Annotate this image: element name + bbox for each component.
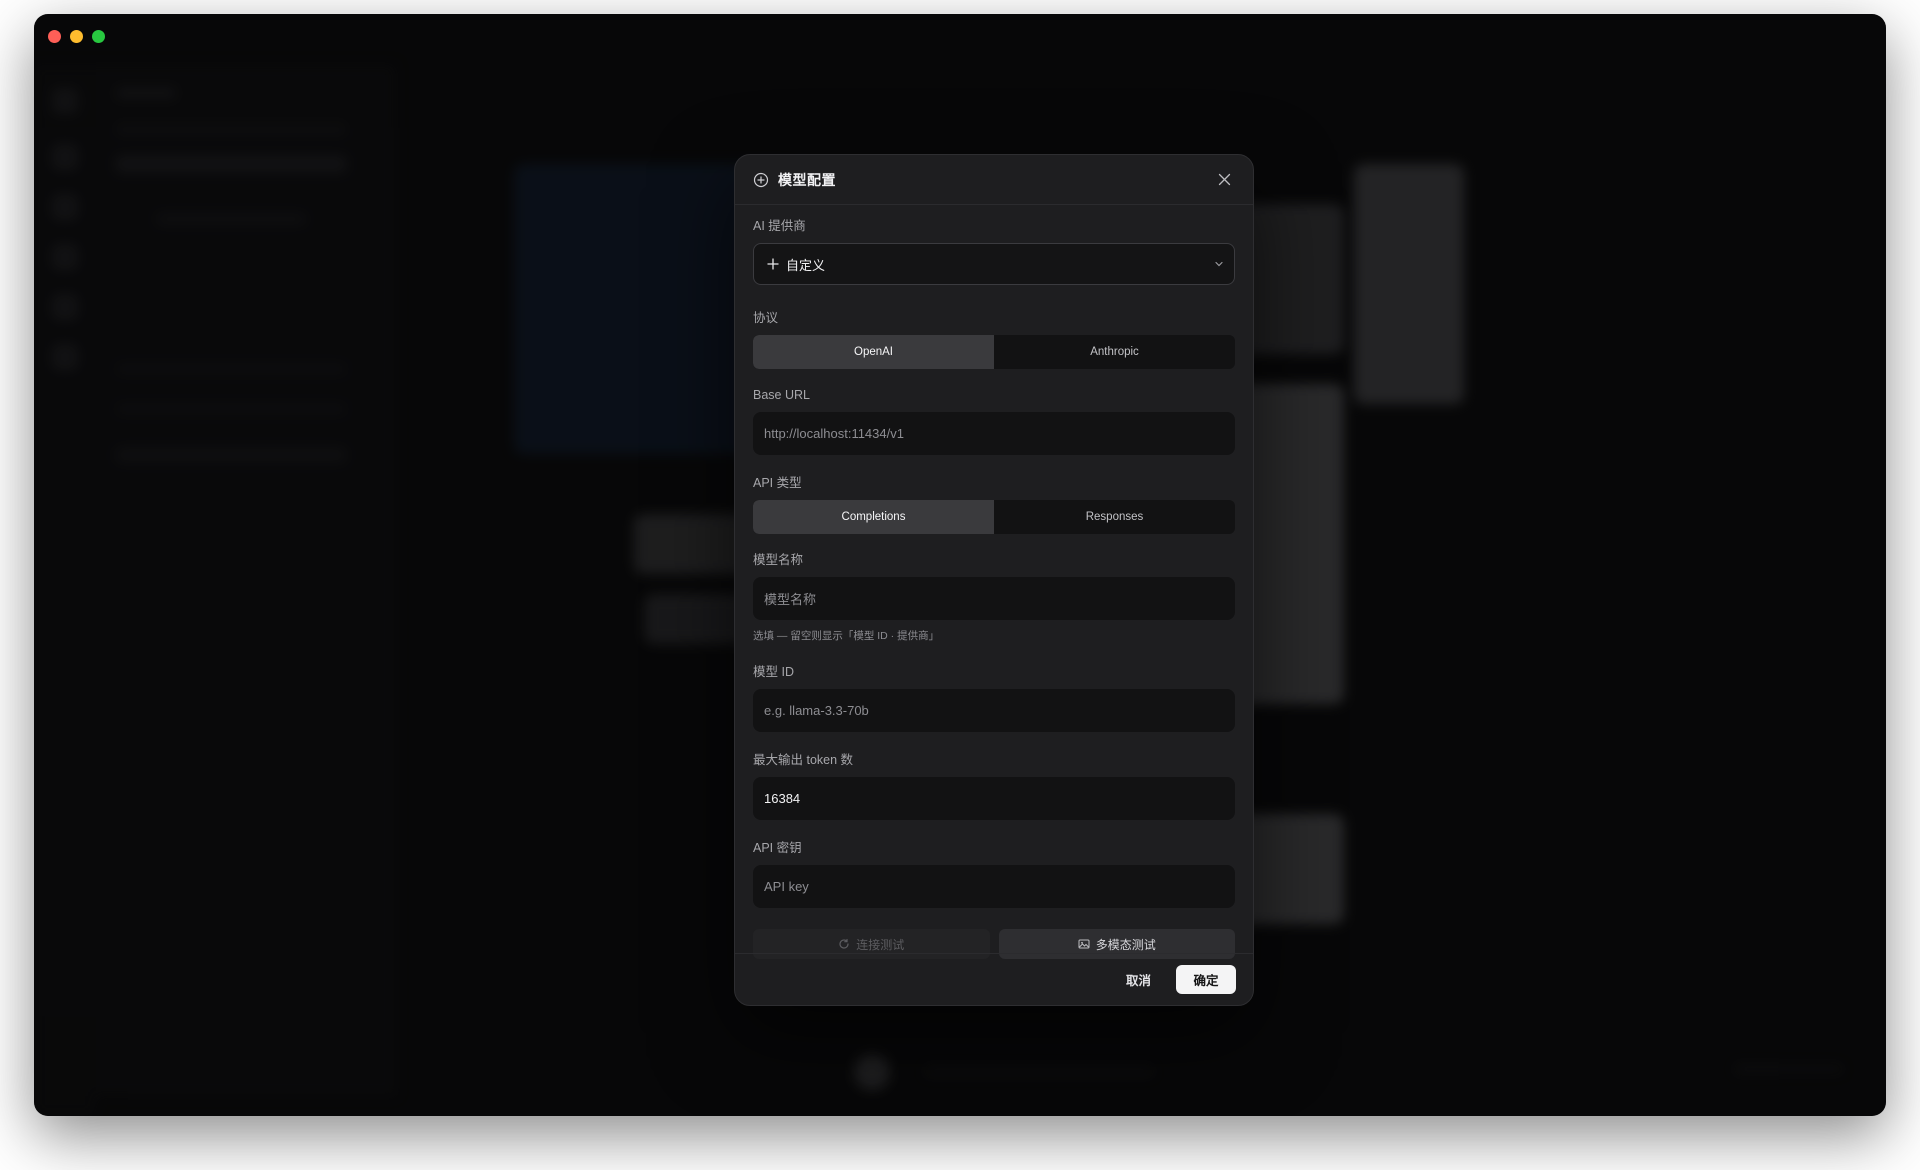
provider-select[interactable]: 自定义 — [753, 243, 1235, 285]
dialog-title: 模型配置 — [778, 171, 836, 188]
protocol-label: 协议 — [753, 311, 779, 325]
api-type-option-completions[interactable]: Completions — [753, 500, 994, 534]
plus-icon — [767, 258, 779, 270]
close-icon — [1218, 173, 1230, 186]
refresh-icon — [839, 938, 849, 949]
model-name-label: 模型名称 — [753, 553, 804, 567]
base-url-input[interactable]: http://localhost:11434/v1 — [753, 412, 1235, 455]
window-controls — [48, 30, 105, 43]
model-name-hint: 选填 — 留空则显示「模型 ID · 提供商」 — [753, 630, 940, 642]
minimize-window-button[interactable] — [70, 30, 83, 43]
api-type-label: API 类型 — [753, 476, 802, 490]
api-type-segmented-control: Completions Responses — [753, 500, 1235, 534]
api-key-label: API 密钥 — [753, 841, 802, 855]
api-key-input[interactable]: API key — [753, 865, 1235, 908]
provider-label: AI 提供商 — [753, 219, 806, 233]
zoom-window-button[interactable] — [92, 30, 105, 43]
confirm-button[interactable]: 确定 — [1176, 965, 1236, 994]
test-connection-label: 连接测试 — [856, 937, 905, 952]
dialog-body: AI 提供商 自定义 协议 OpenAI Anthropic Base URL … — [735, 205, 1253, 959]
dialog-header: 模型配置 — [735, 155, 1253, 205]
max-tokens-label: 最大输出 token 数 — [753, 753, 854, 767]
model-name-input[interactable]: 模型名称 — [753, 577, 1235, 620]
api-type-option-responses[interactable]: Responses — [994, 500, 1235, 534]
close-window-button[interactable] — [48, 30, 61, 43]
test-multimodal-label: 多模态测试 — [1095, 937, 1156, 952]
dialog-footer: 取消 确定 — [735, 953, 1253, 1005]
image-icon — [1078, 939, 1090, 949]
cancel-button[interactable]: 取消 — [1114, 964, 1163, 995]
close-button[interactable] — [1213, 169, 1235, 191]
plus-circle-icon — [753, 172, 769, 187]
app-window: 模型配置 AI 提供商 自定义 协议 OpenAI Anthropic Base… — [34, 14, 1886, 1116]
protocol-option-openai[interactable]: OpenAI — [753, 335, 994, 369]
model-config-dialog: 模型配置 AI 提供商 自定义 协议 OpenAI Anthropic Base… — [734, 154, 1254, 1006]
chevron-down-icon — [1215, 261, 1223, 267]
base-url-label: Base URL — [753, 388, 810, 402]
provider-value: 自定义 — [786, 257, 826, 273]
model-id-label: 模型 ID — [753, 665, 794, 679]
protocol-option-anthropic[interactable]: Anthropic — [994, 335, 1235, 369]
max-tokens-input[interactable]: 16384 — [753, 777, 1235, 820]
protocol-segmented-control: OpenAI Anthropic — [753, 335, 1235, 369]
model-id-input[interactable]: e.g. llama-3.3-70b — [753, 689, 1235, 732]
